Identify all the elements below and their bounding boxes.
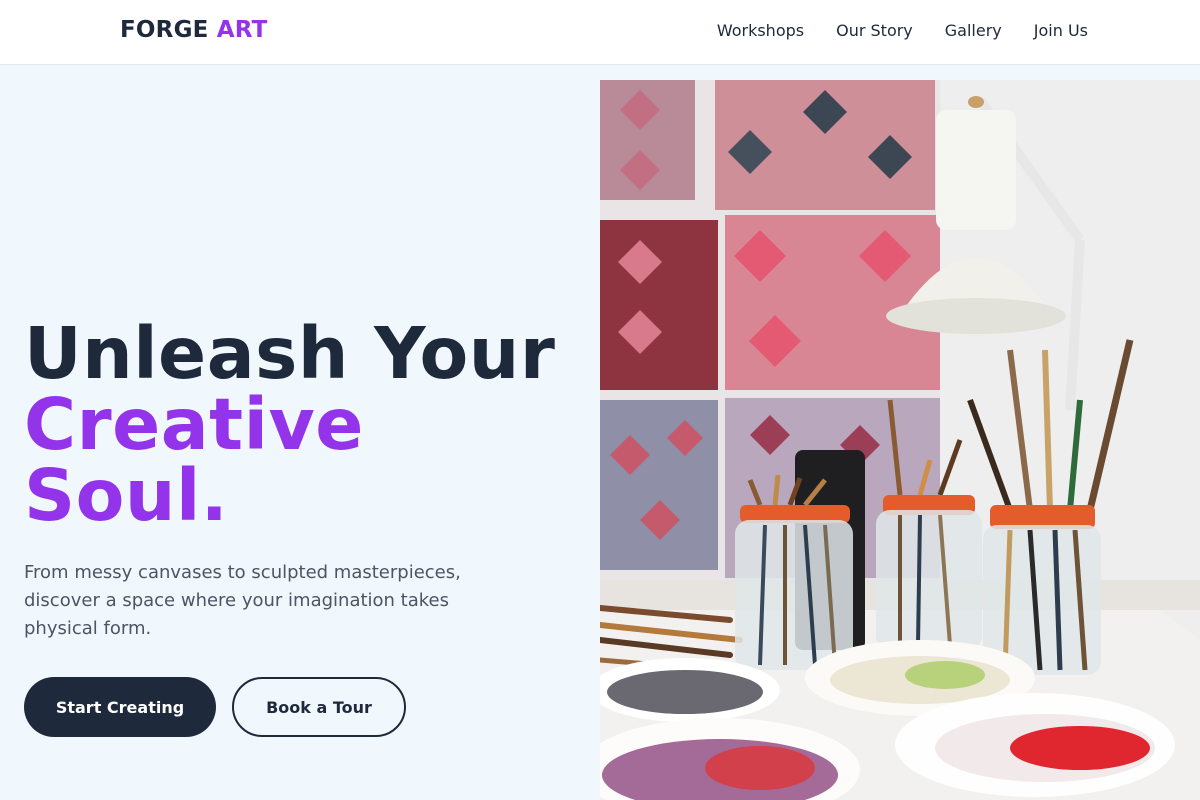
headline-line-2: Creative xyxy=(24,383,364,466)
nav-link-gallery[interactable]: Gallery xyxy=(945,21,1002,40)
art-studio-illustration xyxy=(600,80,1200,800)
hero-image xyxy=(600,80,1200,800)
start-creating-button[interactable]: Start Creating xyxy=(24,677,216,737)
main-nav: Workshops Our Story Gallery Join Us xyxy=(717,21,1088,40)
nav-link-our-story[interactable]: Our Story xyxy=(836,21,913,40)
top-nav-bar: FORGE ART Workshops Our Story Gallery Jo… xyxy=(0,0,1200,65)
brand-name-part1: FORGE xyxy=(120,17,209,43)
hero-headline: Unleash Your Creative Soul. xyxy=(24,318,584,531)
nav-link-workshops[interactable]: Workshops xyxy=(717,21,804,40)
headline-line-1: Unleash Your xyxy=(24,312,556,395)
hero-subtext: From messy canvases to sculpted masterpi… xyxy=(24,562,461,639)
hero-cta-group: Start Creating Book a Tour xyxy=(24,677,406,737)
book-a-tour-button[interactable]: Book a Tour xyxy=(232,677,406,737)
hero-text-block: Unleash Your Creative Soul. From messy c… xyxy=(24,318,584,643)
brand-name-part2: ART xyxy=(216,17,268,43)
nav-link-join-us[interactable]: Join Us xyxy=(1034,21,1088,40)
brand-logo[interactable]: FORGE ART xyxy=(120,17,268,43)
headline-line-3: Soul. xyxy=(24,454,229,537)
